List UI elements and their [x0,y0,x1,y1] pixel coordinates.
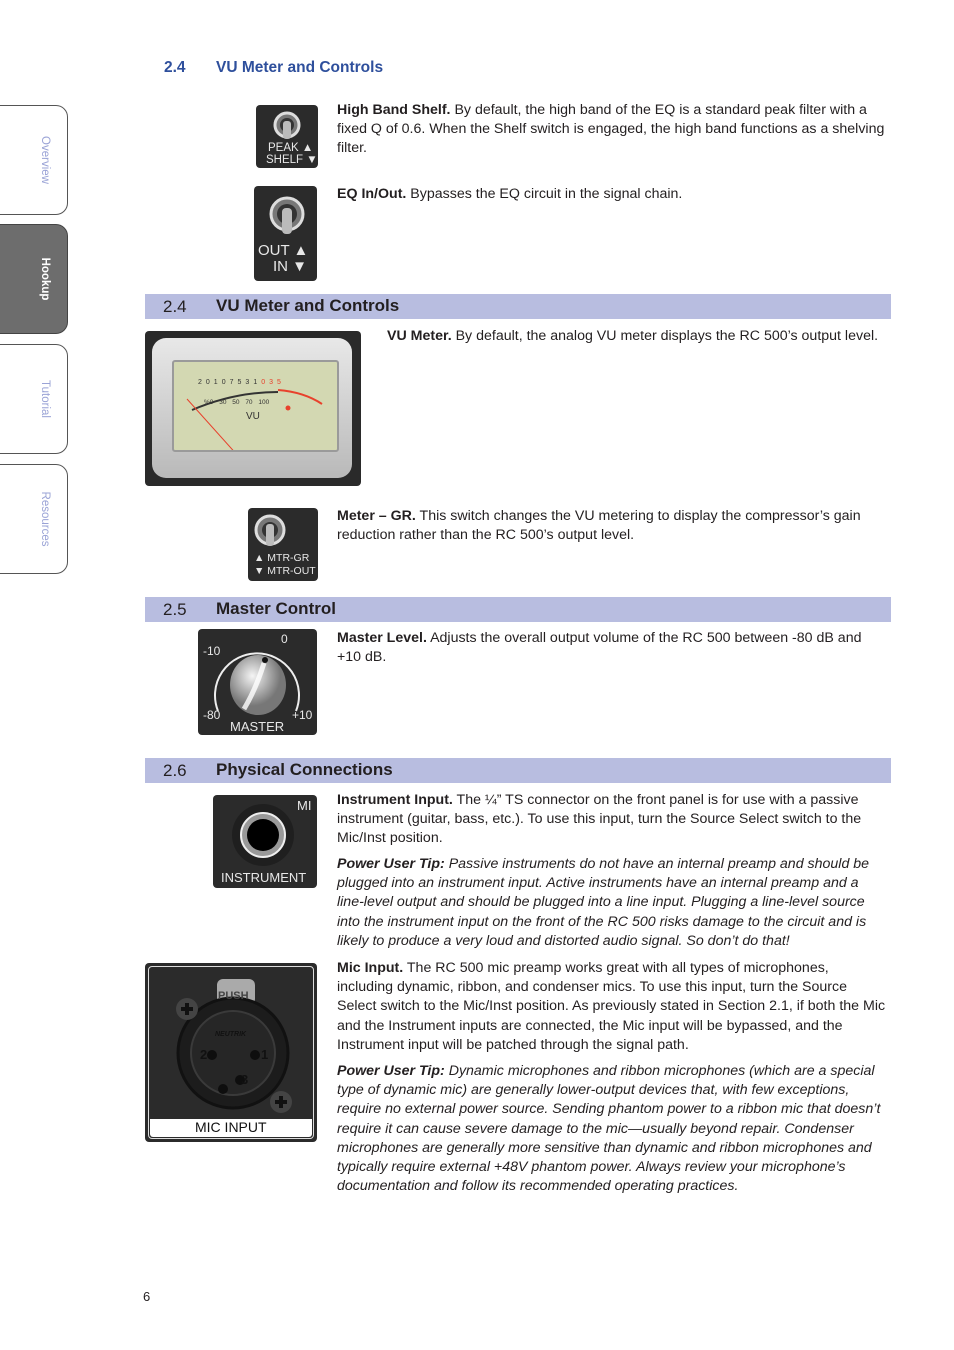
toggle-switch-icon [269,196,305,234]
section-title: VU Meter and Controls [216,296,400,315]
switch-label-bottom: IN ▼ [273,258,308,275]
brand-label: NEUTRIK [215,1031,247,1038]
side-tab-resources[interactable]: Resources [0,464,68,574]
switch-label-top: PEAK ▲ [268,142,314,154]
master-knob-image: -10 0 -80 +10 MASTER [198,629,317,735]
page-heading: 2.4 VU Meter and Controls [164,59,383,77]
peak-shelf-switch-image: PEAK ▲ SHELF ▼ [256,105,318,168]
vu-meter-paragraph: VU Meter. By default, the analog VU mete… [387,327,892,346]
section-header-2-4: 2.4 VU Meter and Controls [145,294,891,319]
side-tab-label: Tutorial [39,380,51,418]
knob-label-minus-10: -10 [203,644,221,658]
side-tab-tutorial[interactable]: Tutorial [0,344,68,454]
term: Meter – GR. [337,508,416,524]
switch-label-top: ▲ MTR-GR [254,552,310,564]
vu-meter-scale [186,389,323,450]
tip-text: Dynamic microphones and ribbon microphon… [337,1063,881,1195]
term: Master Level. [337,630,427,646]
description: By default, the analog VU meter displays… [451,328,879,344]
switch-label-bottom: SHELF ▼ [266,154,318,166]
section-header-2-5: 2.5 Master Control [145,597,891,622]
toggle-switch-icon [254,514,286,546]
heading-number: 2.4 [164,59,186,76]
side-tab-label: Resources [39,491,51,547]
knob-label-plus-10: +10 [292,708,313,722]
side-tab-hookup[interactable]: Hookup [0,224,68,334]
section-title: Physical Connections [216,760,393,779]
section-number: 2.6 [163,761,187,780]
mic-input-paragraph: Mic Input. The RC 500 mic preamp works g… [337,959,887,1055]
side-tab-label: Overview [39,136,51,184]
mic-edge-label: MI [297,798,312,813]
pin-1-label: 1 [261,1047,269,1062]
mic-input-label: MIC INPUT [195,1119,267,1135]
side-tab-label: Hookup [39,257,51,301]
tip-label: Power User Tip: [337,1063,445,1079]
heading-title: VU Meter and Controls [216,59,384,76]
description: Bypasses the EQ circuit in the signal ch… [406,186,683,202]
xlr-connector-icon [176,979,292,1113]
section-number: 2.4 [163,297,187,316]
term: Instrument Input. [337,792,453,808]
knob-label-0: 0 [281,632,288,646]
pin-2-label: 2 [200,1047,208,1062]
side-tab-overview[interactable]: Overview [0,105,68,215]
eq-in-out-switch-image: OUT ▲ IN ▼ [254,186,317,281]
meter-gr-switch-image: ▲ MTR-GR ▼ MTR-OUT [248,508,318,581]
tip-label: Power User Tip: [337,856,445,872]
toggle-switch-icon [273,111,301,139]
vu-meter-face: 20107531035 %0 30 50 70 100 VU [172,360,339,452]
term: VU Meter. [387,328,452,344]
vu-scale-top: 20107531035 [198,379,285,386]
page-number: 6 [143,1289,151,1304]
mic-input-image: PUSH NEUTRIK 2 1 3 MIC INPUT [145,963,317,1142]
high-band-shelf-paragraph: High Band Shelf. By default, the high ba… [337,101,887,159]
term: EQ In/Out. [337,186,407,202]
term: Mic Input. [337,960,404,976]
knob-name: MASTER [230,719,285,734]
eq-in-out-paragraph: EQ In/Out. Bypasses the EQ circuit in th… [337,185,887,204]
section-title: Master Control [216,599,336,618]
description: This switch changes the VU metering to d… [337,508,861,544]
vu-label: VU [246,411,260,422]
master-level-paragraph: Master Level. Adjusts the overall output… [337,629,887,667]
vu-meter-image: 20107531035 %0 30 50 70 100 VU [145,331,361,486]
meter-gr-paragraph: Meter – GR. This switch changes the VU m… [337,507,887,545]
switch-label-bottom: ▼ MTR-OUT [254,565,316,577]
section-number: 2.5 [163,600,187,619]
instrument-tip-paragraph: Power User Tip: Passive instruments do n… [337,855,877,951]
vu-scale-bottom: %0 30 50 70 100 [204,399,270,406]
push-label: PUSH [218,990,249,1002]
knob-label-minus-80: -80 [203,708,221,722]
switch-label-top: OUT ▲ [258,242,309,259]
mic-tip-paragraph: Power User Tip: Dynamic microphones and … [337,1062,885,1196]
term: High Band Shelf. [337,102,451,118]
instrument-input-paragraph: Instrument Input. The ¼” TS connector on… [337,791,887,849]
pin-3-label: 3 [241,1072,249,1087]
jack-label: INSTRUMENT [221,870,307,885]
instrument-jack-image: MI INSTRUMENT [213,795,317,888]
section-header-2-6: 2.6 Physical Connections [145,758,891,783]
description: The RC 500 mic preamp works great with a… [337,960,886,1053]
